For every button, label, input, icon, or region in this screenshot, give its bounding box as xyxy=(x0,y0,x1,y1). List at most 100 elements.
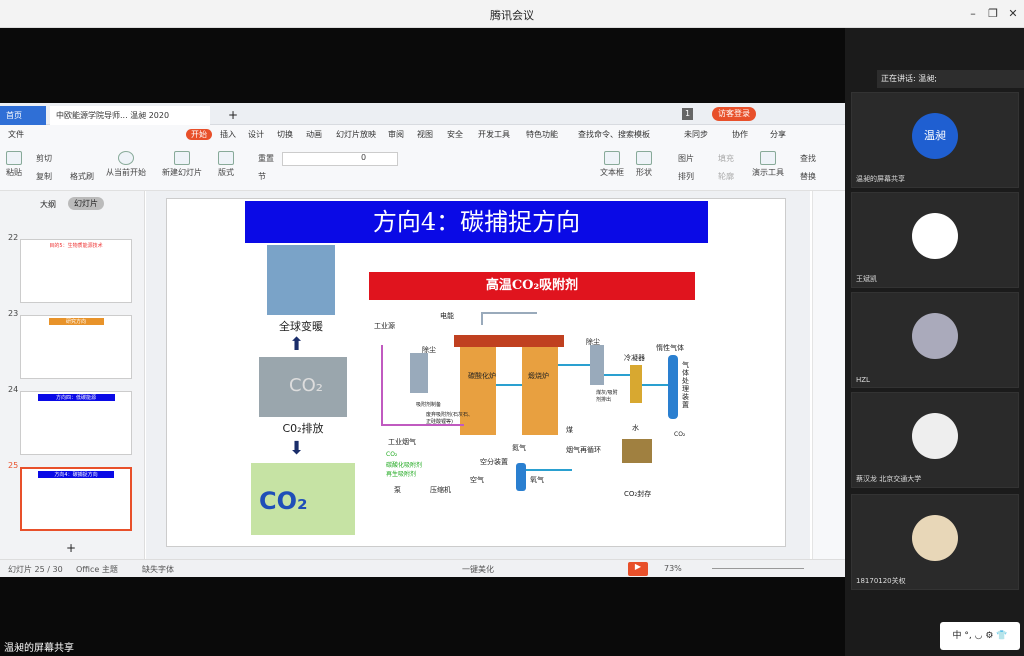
side-toolbar xyxy=(812,191,845,559)
caption-emission: C0₂排放 xyxy=(282,422,324,435)
slide-thumbnail[interactable]: 研究方向 xyxy=(20,315,132,379)
menu-animation[interactable]: 动画 xyxy=(306,129,322,140)
label-coal: 煤 xyxy=(566,426,573,434)
copy-button[interactable]: 复制 xyxy=(36,171,52,182)
replace-button[interactable]: 替换 xyxy=(800,171,816,182)
reset-button[interactable]: 重置 xyxy=(258,153,274,164)
window-title: 腾讯会议 xyxy=(490,9,534,22)
restore-icon[interactable]: ❐ xyxy=(984,5,1002,23)
ime-toolbar[interactable]: 中 °, ◡ ⚙ 👕 xyxy=(940,622,1020,650)
home-tab[interactable]: 首页 xyxy=(0,106,46,125)
present-icon xyxy=(760,151,776,165)
share-button[interactable]: 分享 xyxy=(770,129,786,140)
login-button[interactable]: 访客登录 xyxy=(712,107,756,121)
participant-tile[interactable]: 蔡汉龙 北京交通大学 xyxy=(851,392,1019,488)
paste-button[interactable]: 粘贴 xyxy=(6,151,22,178)
pane-tab-slides[interactable]: 幻灯片 xyxy=(68,197,104,210)
menu-slideshow[interactable]: 幻灯片放映 xyxy=(336,129,376,140)
participant-tile[interactable]: 王斌凯 xyxy=(851,192,1019,288)
window-count-badge: 1 xyxy=(682,108,694,120)
doc-tab-bar: 首页 中欧能源学院导师... 温昶 2020 + 1 访客登录 xyxy=(0,103,845,125)
label-dust-out: 煤灰/吸附剂排出 xyxy=(596,390,618,403)
label-industrial-source: 工业源 xyxy=(374,322,395,330)
avatar xyxy=(912,213,958,259)
menu-home[interactable]: 开始 xyxy=(186,129,212,140)
slide-thumbnail-selected[interactable]: 方向4：碳捕捉方向 xyxy=(20,467,132,531)
label-sorbent-prep: 吸附剂制备 xyxy=(416,402,442,408)
title-bar: 腾讯会议 – ❐ ✕ xyxy=(0,0,1024,28)
play-from-current-button[interactable]: 从当前开始 xyxy=(106,151,146,178)
fill-button[interactable]: 填充 xyxy=(718,153,734,164)
find-button[interactable]: 查找 xyxy=(800,153,816,164)
beautify-button[interactable]: 一键美化 xyxy=(462,564,494,575)
menu-view[interactable]: 视图 xyxy=(417,129,433,140)
cut-button[interactable]: 剪切 xyxy=(36,153,52,164)
label-cooler: 冷凝器 xyxy=(624,354,645,362)
picture-button[interactable]: 图片 xyxy=(678,153,694,164)
collab-button[interactable]: 协作 xyxy=(732,129,748,140)
participant-name: 温昶的屏幕共享 xyxy=(856,175,905,183)
zoom-level[interactable]: 73% xyxy=(664,564,682,573)
document-tab[interactable]: 中欧能源学院导师... 温昶 2020 xyxy=(50,106,210,125)
new-slide-button[interactable]: 新建幻灯片 xyxy=(162,151,202,178)
legend-co2: CO₂ xyxy=(386,451,398,458)
textbox-button[interactable]: 文本框 xyxy=(600,151,624,178)
menu-design[interactable]: 设计 xyxy=(248,129,264,140)
co2-image-text: CO₂ xyxy=(289,375,323,396)
participant-tile[interactable]: 温昶 温昶的屏幕共享 xyxy=(851,92,1019,188)
label-dust-1: 除尘 xyxy=(422,346,436,354)
menu-file[interactable]: 文件 xyxy=(8,129,24,140)
new-tab-icon[interactable]: + xyxy=(222,106,244,125)
thumb-title: 方向4：碳捕捉方向 xyxy=(38,471,114,478)
label-carbonation: 碳酸化炉 xyxy=(468,372,496,380)
label-industrial-flue: 工业烟气 xyxy=(388,438,416,446)
participant-name: HZL xyxy=(856,376,870,384)
label-co2-storage: CO₂封存 xyxy=(624,490,652,498)
play-slideshow-icon[interactable]: ▶ xyxy=(628,562,648,576)
font-size-input[interactable]: 0 xyxy=(282,152,398,166)
slide-thumbnail-pane: 大纲 幻灯片 22 目的5：生物质能源技术 23 研究方向 24 方向四：低碳能… xyxy=(0,191,145,559)
legend-pump: 泵 xyxy=(394,486,401,494)
participant-tile[interactable]: HZL xyxy=(851,292,1019,388)
search-commands[interactable]: 查找命令、搜索模板 xyxy=(578,129,650,140)
section-button[interactable]: 节 xyxy=(258,171,266,182)
label-asu: 空分装置 xyxy=(480,458,508,466)
menu-insert[interactable]: 插入 xyxy=(220,129,236,140)
avatar xyxy=(912,413,958,459)
slide-thumbnail[interactable]: 方向四：低碳能源 xyxy=(20,391,132,455)
slide-count: 幻灯片 25 / 30 xyxy=(8,565,63,574)
avatar xyxy=(912,515,958,561)
minimize-icon[interactable]: – xyxy=(964,5,982,23)
add-slide-icon[interactable]: + xyxy=(66,541,76,555)
participant-tile[interactable]: 18170120关权 xyxy=(851,494,1019,590)
zoom-slider[interactable] xyxy=(712,568,804,569)
arrow-up-icon: ⬆ xyxy=(289,334,305,355)
menu-transition[interactable]: 切换 xyxy=(277,129,293,140)
thumb-title: 方向四：低碳能源 xyxy=(37,394,115,401)
arrange-button[interactable]: 排列 xyxy=(678,171,694,182)
layout-button[interactable]: 版式 xyxy=(218,151,234,178)
co2-storage-tank xyxy=(622,439,652,463)
close-icon[interactable]: ✕ xyxy=(1004,5,1022,23)
menu-security[interactable]: 安全 xyxy=(447,129,463,140)
condenser xyxy=(630,365,642,403)
thumb-number: 24 xyxy=(8,385,19,394)
co2-net-text: CO₂ xyxy=(259,487,308,515)
paste-icon xyxy=(6,151,22,165)
menu-review[interactable]: 审阅 xyxy=(388,129,404,140)
missing-font[interactable]: 缺失字体 xyxy=(142,564,174,575)
present-tools-button[interactable]: 演示工具 xyxy=(752,151,784,178)
slide-thumbnail[interactable]: 目的5：生物质能源技术 xyxy=(20,239,132,303)
outline-button[interactable]: 轮廓 xyxy=(718,171,734,182)
sync-status[interactable]: 未同步 xyxy=(684,129,708,140)
menu-features[interactable]: 特色功能 xyxy=(526,129,558,140)
format-painter-button[interactable]: 格式刷 xyxy=(70,171,94,182)
slide[interactable]: 方向4：碳捕捉方向 全球变暖 ⬆ CO₂ C0₂排放 ⬇ CO₂ 高温CO₂吸附… xyxy=(166,198,786,547)
furnace-top xyxy=(454,335,564,347)
status-bar: 幻灯片 25 / 30 Office 主题 缺失字体 一键美化 ▶ 73% xyxy=(0,559,845,577)
pane-tab-outline[interactable]: 大纲 xyxy=(40,199,56,210)
dust-collector-2 xyxy=(590,345,604,385)
menu-devtools[interactable]: 开发工具 xyxy=(478,129,510,140)
shape-button[interactable]: 形状 xyxy=(636,151,652,178)
screen-share-label: 温昶的屏幕共享 xyxy=(4,643,74,654)
